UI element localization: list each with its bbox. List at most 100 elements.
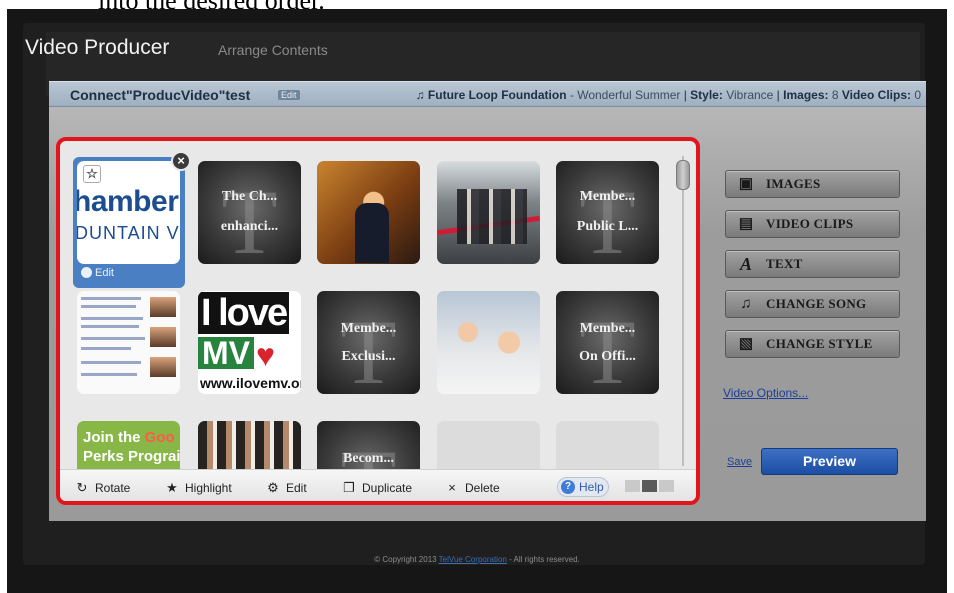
edit-project-name-button[interactable]: Edit xyxy=(278,90,300,100)
ribbon-cutting-photo xyxy=(437,161,540,264)
highlight-button[interactable]: ★ Highlight xyxy=(165,480,232,496)
style-value: Vibrance xyxy=(722,88,774,102)
content-tile-image[interactable] xyxy=(437,161,540,264)
grid-scrollbar[interactable] xyxy=(676,156,690,466)
save-link[interactable]: Save xyxy=(727,456,752,468)
images-count: 8 xyxy=(828,88,839,102)
news-photo xyxy=(150,357,176,377)
images-label: IMAGES xyxy=(766,176,821,191)
tile-text: Becom... xyxy=(343,451,394,466)
content-tile-text[interactable]: T Becom... xyxy=(317,421,420,469)
content-tile-image[interactable] xyxy=(77,291,180,394)
scrollbar-thumb[interactable] xyxy=(676,160,690,190)
music-note-icon: ♫ xyxy=(415,88,425,102)
duplicate-label: Duplicate xyxy=(362,481,413,495)
star-icon[interactable]: ☆ xyxy=(83,165,101,183)
content-tile-image[interactable] xyxy=(437,291,540,394)
tile-text: Public L... xyxy=(576,219,639,234)
tile-text: The Ch... xyxy=(221,189,278,204)
film-icon: ▤ xyxy=(738,215,754,232)
duplicate-button[interactable]: ❐ Duplicate xyxy=(342,480,412,496)
clips-count-label: Video Clips: xyxy=(841,88,911,102)
text-button[interactable]: A TEXT xyxy=(725,250,900,278)
song-title: Wonderful Summer xyxy=(577,88,681,102)
video-clips-button[interactable]: ▤ VIDEO CLIPS xyxy=(725,210,900,238)
delete-button[interactable]: × Delete xyxy=(445,480,500,495)
content-tile-text[interactable]: T Membe... On Offi... xyxy=(556,291,659,394)
heart-icon: ♥ xyxy=(256,337,275,373)
change-song-button[interactable]: ♫ CHANGE SONG xyxy=(725,290,900,318)
copyright-suffix: - All rights reserved. xyxy=(506,555,580,564)
gear-icon xyxy=(81,267,92,278)
medium-grid-icon[interactable] xyxy=(642,480,657,492)
small-grid-icon[interactable] xyxy=(625,480,640,492)
star-icon: ★ xyxy=(166,480,178,495)
duplicate-icon: ❐ xyxy=(343,480,355,495)
content-grid: Edit hamber DUNTAIN V ☆ × T The Ch... en… xyxy=(60,141,680,469)
help-label: Help xyxy=(579,480,604,494)
content-tile-image[interactable] xyxy=(317,161,420,264)
tile-text: www.ilovemv.or xyxy=(200,375,301,391)
tile-text: On Offi... xyxy=(579,349,636,364)
company-link[interactable]: TelVue Corporation xyxy=(439,555,507,564)
content-tile-image[interactable]: I love MV ♥ www.ilovemv.or xyxy=(198,291,301,394)
copyright-prefix: © Copyright 2013 xyxy=(374,555,439,564)
video-clips-label: VIDEO CLIPS xyxy=(766,216,854,231)
gear-icon: ⚙ xyxy=(267,480,279,495)
change-style-label: CHANGE STYLE xyxy=(766,336,873,351)
text-label: TEXT xyxy=(766,256,803,271)
tile-text: Exclusi... xyxy=(341,349,396,364)
rotate-button[interactable]: ↻ Rotate xyxy=(75,480,131,496)
video-options-link[interactable]: Video Options... xyxy=(723,386,808,400)
preview-button[interactable]: Preview xyxy=(761,448,898,475)
clips-count: 0 xyxy=(910,88,921,102)
edit-label: Edit xyxy=(286,481,307,495)
empty-slot xyxy=(437,421,540,469)
style-label: Style: xyxy=(690,88,723,102)
text-slide-icon: T xyxy=(340,301,397,394)
tile-text: Perks Prograi xyxy=(83,448,180,465)
tile-text: enhanci... xyxy=(220,219,279,234)
tile-text: MV xyxy=(198,337,254,369)
crowd-photo xyxy=(198,421,301,469)
music-note-icon: ♫ xyxy=(740,295,752,312)
content-tile-text[interactable]: T The Ch... enhanci... xyxy=(198,161,301,264)
edit-button[interactable]: ⚙ Edit xyxy=(266,480,307,496)
content-tile-text[interactable]: T Membe... Public L... xyxy=(556,161,659,264)
content-tile-chamber[interactable]: hamber DUNTAIN V ☆ xyxy=(77,161,180,264)
content-tile-text[interactable]: T Membe... Exclusi... xyxy=(317,291,420,394)
project-name: Connect"ProducVideo"test xyxy=(70,87,251,103)
images-count-label: Images: xyxy=(783,88,829,102)
tile-text: DUNTAIN V xyxy=(77,223,180,243)
help-icon: ? xyxy=(561,480,575,494)
delete-label: Delete xyxy=(465,480,500,495)
news-photo xyxy=(150,297,176,317)
style-icon: ▧ xyxy=(738,335,754,352)
tile-text: hamber xyxy=(77,185,179,218)
help-button[interactable]: ? Help xyxy=(557,477,609,497)
scrollbar-track xyxy=(682,156,684,466)
content-tile-image[interactable]: Join the Goo Perks Prograi xyxy=(77,421,180,469)
empty-slot xyxy=(556,421,659,469)
tile-edit-link[interactable]: Edit xyxy=(95,267,114,279)
text-slide-icon: T xyxy=(579,171,636,264)
speaker-photo xyxy=(317,161,420,264)
text-icon: A xyxy=(739,254,752,274)
song-dash: - xyxy=(566,88,578,102)
text-slide-icon: T xyxy=(221,171,278,264)
song-artist: Future Loop Foundation xyxy=(427,88,567,102)
separator: | xyxy=(773,88,784,102)
project-info-bar: Connect"ProducVideo"test Edit ♫ Future L… xyxy=(49,81,926,107)
images-button[interactable]: ▣ IMAGES xyxy=(725,170,900,198)
large-grid-icon[interactable] xyxy=(659,480,674,492)
rotate-icon: ↻ xyxy=(76,480,88,495)
tile-text: Membe... xyxy=(579,321,636,336)
content-tile-image[interactable] xyxy=(198,421,301,469)
view-size-toggle[interactable] xyxy=(625,480,674,492)
app-title: Video Producer xyxy=(25,36,170,59)
separator: | xyxy=(680,88,691,102)
change-style-button[interactable]: ▧ CHANGE STYLE xyxy=(725,330,900,358)
tile-text: Join the Goo xyxy=(83,429,175,446)
close-icon[interactable]: × xyxy=(171,151,191,171)
change-song-label: CHANGE SONG xyxy=(766,296,867,311)
